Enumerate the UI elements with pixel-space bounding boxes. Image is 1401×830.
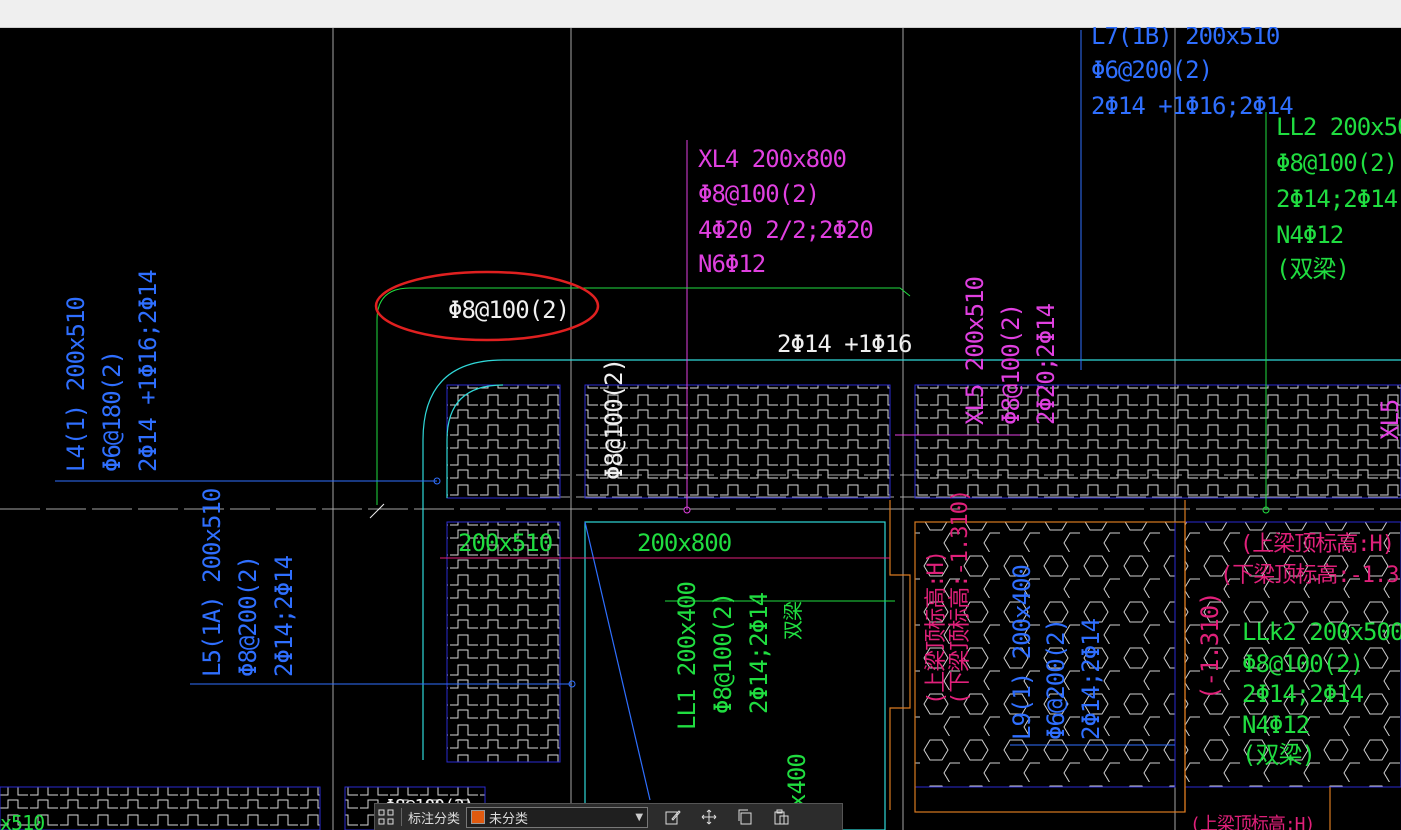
elev-left-line1: (上梁顶标高:H) (924, 551, 949, 705)
xl5-line2: Φ8@100(2) (997, 304, 1025, 425)
ll2-line4: N4Φ12 (1276, 221, 1343, 249)
grid-icon[interactable] (375, 806, 397, 828)
category-select[interactable]: 未分类 ▼ (466, 806, 649, 828)
ll2-line2: Φ8@100(2) (1276, 149, 1397, 177)
ll1-line2: Φ8@100(2) (709, 593, 737, 714)
l9-line1: L9(1) 200x400 (1008, 565, 1036, 740)
bottom-400: x400 (783, 754, 811, 808)
cad-drawing[interactable]: XL4 200x800 Φ8@100(2) 4Φ20 2/2;2Φ20 N6Φ1… (0, 27, 1401, 830)
copy-icon[interactable] (734, 806, 756, 828)
chevron-down-icon: ▼ (635, 811, 644, 823)
category-label: 标注分类 (408, 811, 461, 827)
llk2-line1: LLk2 200x500 (1242, 618, 1401, 646)
llk2-line3: 2Φ14;2Φ14 (1242, 680, 1364, 708)
paste-icon[interactable] (770, 806, 792, 828)
toolbar-separator (401, 808, 402, 826)
ll1-line1: LL1 200x400 (673, 582, 701, 730)
l5-line3: 2Φ14;2Φ14 (270, 555, 298, 677)
annotation-toolbar: 标注分类 未分类 ▼ (374, 803, 843, 830)
bottom-left-510: x510 (0, 811, 44, 830)
category-color-swatch (471, 810, 486, 824)
llk2-line4: N4Φ12 (1242, 711, 1309, 739)
l9-line2: Φ6@200(2) (1042, 619, 1070, 740)
l5-line2: Φ8@200(2) (234, 556, 262, 677)
cad-drawing-canvas[interactable]: XL4 200x800 Φ8@100(2) 4Φ20 2/2;2Φ20 N6Φ1… (0, 27, 1401, 830)
xl5-line1: XL5 200x510 (961, 277, 989, 425)
neg-elevation: (-1.310) (1196, 592, 1224, 700)
vertical-stirrup: Φ8@100(2) (600, 359, 628, 480)
llk2-line5: (双梁) (1242, 741, 1315, 769)
l4-line1: L4(1) 200x510 (62, 297, 90, 472)
move-icon[interactable] (698, 806, 720, 828)
elev-right-line1: (上梁顶标高:H) (1240, 532, 1394, 557)
ll2-line3: 2Φ14;2Φ14 (1276, 185, 1398, 213)
edit-icon[interactable] (662, 806, 684, 828)
l4-line3: 2Φ14 +1Φ16;2Φ14 (134, 270, 162, 472)
xl4-line3: 4Φ20 2/2;2Φ20 (698, 216, 873, 244)
top-bar (0, 0, 1401, 28)
ll1-note: 双梁 (781, 601, 805, 640)
xl4-line4: N6Φ12 (698, 250, 765, 278)
category-value: 未分类 (489, 811, 529, 827)
xl5-right-label: XL5 (1376, 400, 1401, 440)
xl4-line2: Φ8@100(2) (698, 180, 819, 208)
l5-line1: L5(1A) 200x510 (198, 489, 226, 677)
bottom-right-elev: (上梁顶标高:H) (1190, 814, 1314, 830)
ll2-line1: LL2 200x500 (1276, 113, 1401, 141)
elev-right-line2: (下梁顶标高:-1.310) (1220, 563, 1401, 588)
l7-line2: Φ6@200(2) (1091, 56, 1212, 84)
ll1-line3: 2Φ14;2Φ14 (745, 592, 773, 714)
xl4-line1: XL4 200x800 (698, 145, 846, 173)
circled-stirrup: Φ8@100(2) (448, 296, 569, 324)
l7-line1: L7(1B) 200x510 (1091, 27, 1279, 50)
size-200x510: 200x510 (458, 529, 552, 557)
xl5-line3: 2Φ20;2Φ14 (1032, 303, 1060, 425)
llk2-line2: Φ8@100(2) (1242, 650, 1363, 678)
l9-line3: 2Φ14;2Φ14 (1077, 618, 1105, 740)
ll2-line5: (双梁) (1276, 255, 1349, 283)
elev-left-line2: (下梁顶标高:-1.310) (948, 490, 973, 705)
l7-line3: 2Φ14 +1Φ16;2Φ14 (1091, 92, 1293, 120)
size-200x800: 200x800 (637, 529, 731, 557)
top-bar-label: 2Φ14 +1Φ16 (777, 330, 912, 358)
l4-line2: Φ6@180(2) (98, 351, 126, 472)
